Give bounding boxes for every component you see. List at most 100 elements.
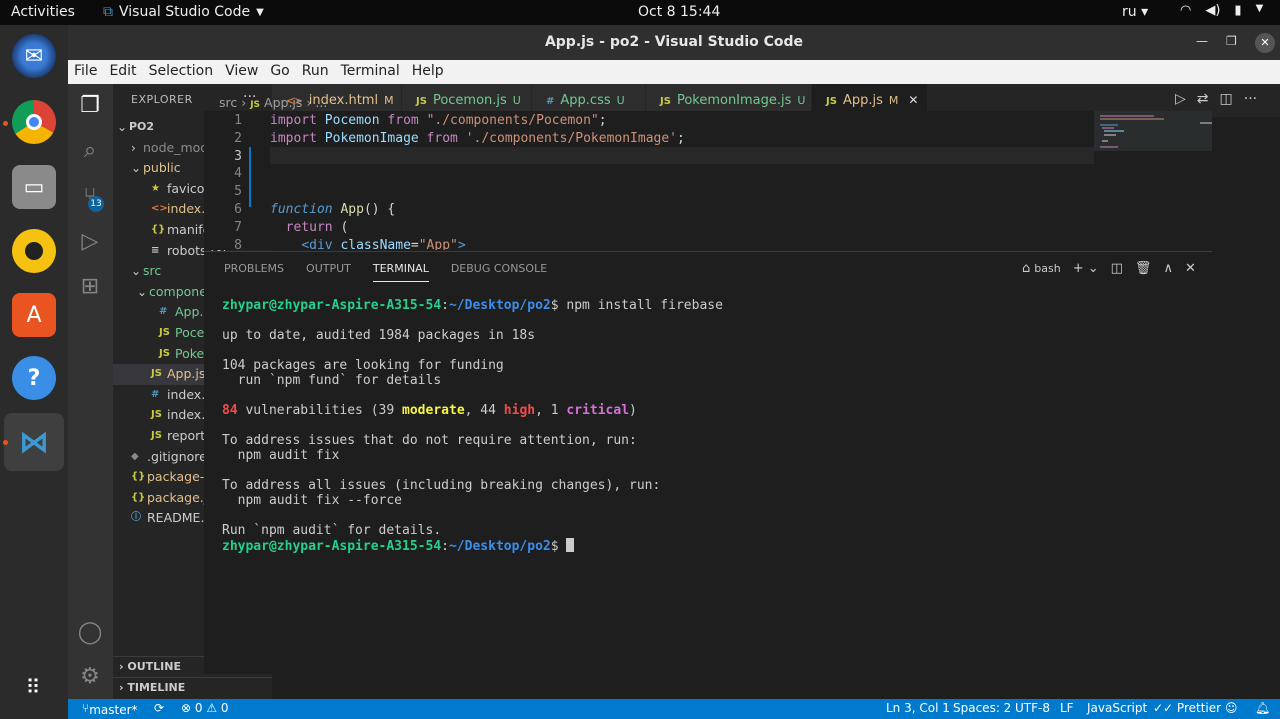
search-icon[interactable]: ⌕: [76, 137, 104, 165]
system-tray[interactable]: ◠ ◀) ▮ ▼: [1180, 3, 1263, 18]
code-line-2: import PokemonImage from './components/P…: [270, 131, 685, 146]
app-name: Visual Studio Code: [119, 4, 251, 20]
menu-view[interactable]: View: [225, 60, 264, 84]
breadcrumb-file[interactable]: App.js: [264, 95, 302, 110]
problems-indicator[interactable]: ⊗ 0 ⚠ 0: [181, 701, 229, 715]
more-actions-icon[interactable]: ···: [1244, 91, 1257, 107]
compare-icon[interactable]: ⇄: [1197, 91, 1209, 107]
extensions-icon[interactable]: ⊞: [76, 273, 104, 301]
menu-run[interactable]: Run: [302, 60, 335, 84]
bell-icon[interactable]: 🔔︎: [1255, 701, 1270, 715]
menu-terminal[interactable]: Terminal: [341, 60, 406, 84]
maximize-icon[interactable]: ❐: [1226, 34, 1237, 48]
menu-go[interactable]: Go: [270, 60, 295, 84]
run-icon[interactable]: ▷: [1175, 91, 1186, 107]
line-number: 6: [234, 202, 242, 217]
rhythmbox-icon[interactable]: [12, 229, 56, 273]
prompt-path: ~/Desktop/po2: [448, 298, 551, 313]
modified-gutter: [249, 147, 251, 207]
encoding[interactable]: UTF-8: [1015, 701, 1050, 715]
language-mode[interactable]: JavaScript: [1087, 701, 1147, 715]
critical-count: , 1: [535, 403, 559, 418]
feedback-icon[interactable]: ☺: [1225, 701, 1238, 715]
panel-tab-debug-console[interactable]: DEBUG CONSOLE: [451, 262, 547, 282]
run-debug-icon[interactable]: ▷: [76, 228, 104, 256]
chevron-right-icon: ›: [131, 140, 136, 155]
chevron-down-icon: ⌄: [131, 161, 142, 176]
command: npm install firebase: [566, 298, 723, 313]
menu-help[interactable]: Help: [412, 60, 450, 84]
chrome-icon[interactable]: [12, 100, 56, 144]
thunderbird-icon[interactable]: ✉: [12, 34, 56, 78]
maximize-panel-icon[interactable]: ∧: [1163, 261, 1173, 276]
trash-icon[interactable]: 🗑: [1135, 261, 1152, 276]
cursor-position[interactable]: Ln 3, Col 1: [886, 701, 950, 715]
dock: ✉ ▭ A ? ⋈ ⠿: [0, 25, 68, 719]
software-center-icon[interactable]: A: [12, 293, 56, 337]
wifi-icon: ◠: [1180, 3, 1192, 18]
sync-icon[interactable]: ⟳: [154, 701, 164, 715]
split-editor-icon[interactable]: ◫: [1220, 91, 1233, 107]
terminal-output[interactable]: zhypar@zhypar-Aspire-A315-54:~/Desktop/p…: [222, 298, 723, 554]
terminal-cursor: [566, 538, 575, 552]
clock[interactable]: Oct 8 15:44: [638, 4, 720, 20]
tab-label: PokemonImage.js: [676, 93, 792, 108]
vscode-dock-icon[interactable]: ⋈: [4, 413, 64, 471]
battery-icon: ▮: [1234, 3, 1242, 18]
vscode-icon: ⧉: [103, 4, 113, 20]
file-type-icon: {}: [151, 223, 166, 235]
gear-icon[interactable]: ⚙: [76, 663, 104, 691]
breadcrumb-more[interactable]: ...: [315, 95, 327, 110]
panel-tab-terminal[interactable]: TERMINAL: [372, 262, 429, 282]
app-menu[interactable]: ⧉ Visual Studio Code ▼: [103, 4, 264, 20]
line-ending[interactable]: LF: [1060, 701, 1074, 715]
file-type-icon: {}: [131, 491, 146, 503]
close-window-button[interactable]: ✕: [1255, 33, 1275, 53]
file-type-icon: #: [151, 388, 160, 400]
close-panel-icon[interactable]: ✕: [1185, 261, 1196, 276]
running-indicator: [3, 121, 8, 126]
panel-tab-problems[interactable]: PROBLEMS: [224, 262, 284, 282]
terminal-line: To address issues that do not require at…: [222, 433, 637, 448]
branch-indicator[interactable]: ⑂ master*: [82, 701, 138, 717]
tab-git-status: M: [888, 94, 899, 107]
branch-name: master*: [89, 703, 138, 717]
new-terminal-icon[interactable]: + ⌄: [1073, 261, 1099, 276]
timeline-section[interactable]: › TIMELINE: [113, 677, 272, 698]
file-type-icon: JS: [151, 368, 162, 380]
tab-label: App.js: [842, 93, 883, 108]
show-apps-icon[interactable]: ⠿: [12, 665, 56, 709]
minimap[interactable]: [1094, 111, 1212, 250]
volume-icon: ◀): [1205, 3, 1221, 18]
line-number: 2: [234, 130, 242, 146]
menu-selection[interactable]: Selection: [149, 60, 220, 84]
title-bar: App.js - po2 - Visual Studio Code — ❐ ✕: [68, 25, 1280, 60]
account-icon[interactable]: ◯: [76, 619, 104, 647]
prettier-status[interactable]: ✓✓ Prettier: [1153, 701, 1221, 715]
menu-file[interactable]: File: [74, 60, 103, 84]
file-type-icon: #: [159, 306, 168, 318]
terminal-actions: ⌂ bash + ⌄ ◫ 🗑 ∧ ✕: [1022, 261, 1196, 276]
files-icon[interactable]: ▭: [12, 165, 56, 209]
file-type-icon: <>: [151, 203, 168, 215]
explorer-icon[interactable]: ❐: [76, 92, 104, 120]
activities-button[interactable]: Activities: [11, 4, 75, 20]
split-terminal-icon[interactable]: ◫: [1111, 261, 1123, 276]
panel-tab-output[interactable]: OUTPUT: [306, 262, 351, 282]
timeline-label: TIMELINE: [127, 681, 186, 694]
keyboard-layout[interactable]: ru ▾: [1122, 4, 1148, 20]
breadcrumb-folder[interactable]: src: [219, 95, 237, 110]
minimize-icon[interactable]: —: [1196, 34, 1208, 48]
editor-actions: ▷ ⇄ ◫ ···: [1175, 91, 1257, 107]
code-editor[interactable]: 1 2 3 4 5 6 7 8 import Pocemon from "./componen…: [204, 111, 1212, 250]
panel-tabs: PROBLEMS OUTPUT TERMINAL DEBUG CONSOLE: [224, 262, 547, 282]
line-number: 3: [234, 148, 242, 164]
help-icon[interactable]: ?: [12, 356, 56, 400]
bottom-panel: PROBLEMS OUTPUT TERMINAL DEBUG CONSOLE ⌂ ba…: [204, 251, 1212, 674]
close-tab-icon[interactable]: ✕: [908, 93, 918, 107]
menu-edit[interactable]: Edit: [109, 60, 142, 84]
shell-name[interactable]: bash: [1034, 262, 1060, 275]
file-type-icon: JS: [159, 326, 170, 338]
indentation[interactable]: Spaces: 2: [953, 701, 1011, 715]
file-type-icon: JS: [416, 96, 427, 107]
